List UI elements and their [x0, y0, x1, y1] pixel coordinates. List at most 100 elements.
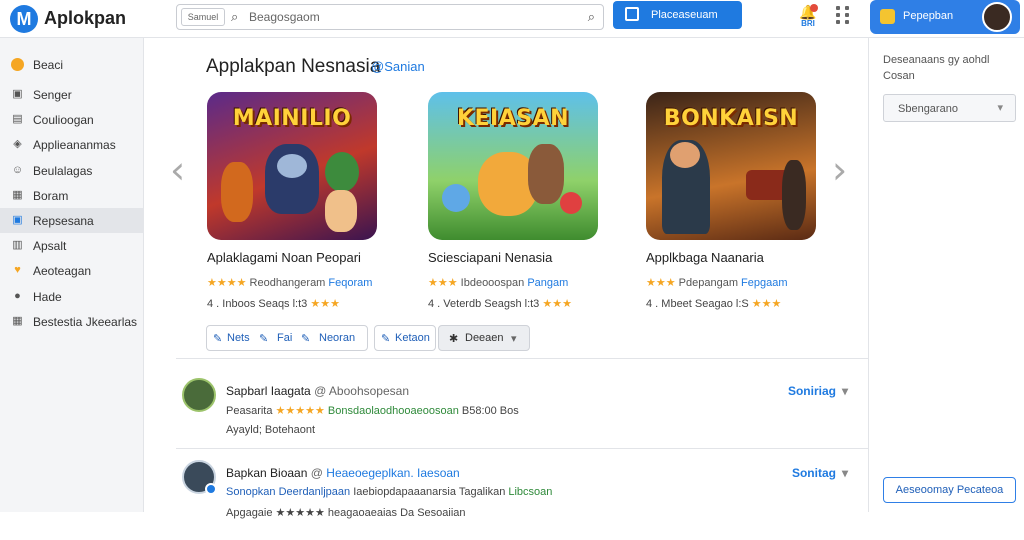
- edit-icon: ✎: [213, 333, 223, 345]
- sidebar-item-favorites[interactable]: ♥ Aeoteagan: [0, 258, 144, 283]
- app-meta: 4 . Veterdb Seagsh l:t3 ★★★: [428, 297, 572, 310]
- page-handle[interactable]: @Sanian: [371, 59, 425, 74]
- reviewer-avatar[interactable]: [182, 460, 217, 495]
- notifications-button[interactable]: 🔔 BRI: [796, 4, 820, 30]
- sort-dropdown[interactable]: Sonitag ▾: [792, 466, 848, 480]
- user-avatar[interactable]: [982, 2, 1012, 32]
- sort-dropdown[interactable]: Soniriag ▾: [788, 384, 848, 398]
- sidebar-item-document[interactable]: ▤ Coulioogan: [0, 107, 144, 132]
- home-icon: [11, 58, 24, 71]
- search-input[interactable]: Beagosgaom: [249, 10, 320, 24]
- sidebar-item-sender[interactable]: ▣ Senger: [0, 82, 144, 107]
- account-badge-icon: [880, 9, 895, 24]
- notification-sub-label: BRI: [801, 19, 815, 28]
- character-art: [325, 152, 359, 192]
- app-name[interactable]: Applkbaga Naanaria: [646, 250, 764, 265]
- right-panel-text: Deseanaans gy aohdl Cosan: [883, 54, 990, 82]
- sidebar-item-label: Aeoteagan: [33, 264, 92, 278]
- action-button-group: ✎ Nets ✎ Fai ✎ Neoran: [206, 325, 368, 351]
- meta-stars: ★★★: [751, 298, 782, 310]
- apps-icon: ◈: [13, 138, 22, 150]
- divider: [176, 358, 868, 359]
- edit-icon: ✎: [301, 333, 311, 345]
- grid-icon: ▥: [12, 239, 23, 251]
- developer-link[interactable]: Fepgaam: [741, 277, 787, 289]
- review-item: Sapbarl Iaagata @ Aboohsopesan Peasarita…: [182, 378, 868, 458]
- review-label: Peasarita: [226, 405, 273, 417]
- sidebar-item-home[interactable]: Beaci: [0, 52, 144, 77]
- filter-dropdown-label: Deeaen: [465, 332, 504, 344]
- character-art: [528, 144, 564, 204]
- character-art: [325, 190, 357, 232]
- app-thumbnail[interactable]: BONKAISN: [646, 92, 816, 240]
- action-button-4[interactable]: ✎ Ketaon: [374, 325, 436, 351]
- review-label[interactable]: Sonopkan Deerdanljpaan: [226, 486, 350, 498]
- carousel-prev-icon[interactable]: ‹: [170, 148, 185, 192]
- sort-label: Soniriag: [787, 384, 836, 398]
- app-meta-text: 4 . Veterdb Seagsh l:t3: [428, 298, 540, 310]
- character-art: [221, 162, 253, 222]
- sidebar-item-label: Bestestia Jkeearlas: [33, 315, 138, 329]
- sidebar-item-reviews[interactable]: ▣ Repsesana: [0, 208, 144, 233]
- account-button[interactable]: Pepepban: [870, 0, 1020, 34]
- app-logo-icon[interactable]: M: [10, 5, 38, 33]
- sidebar-item-label: Beulalagas: [33, 164, 93, 178]
- app-card[interactable]: MAINILIO Aplaklagami Noan Peopari ★★★★ R…: [207, 92, 383, 312]
- sidebar-item-grid[interactable]: ▥ Apsalt: [0, 233, 144, 258]
- settings-icon: ▦: [12, 315, 23, 327]
- app-thumbnail[interactable]: KEIASAN: [428, 92, 598, 240]
- action-button-3[interactable]: Neoran: [319, 332, 355, 344]
- app-name[interactable]: Sciesciapani Nenasia: [428, 250, 552, 265]
- reviewer-name[interactable]: Sapbarl Iaagata: [226, 384, 311, 398]
- sidebar-item-users[interactable]: ☺ Beulalagas: [0, 158, 144, 183]
- primary-action-button[interactable]: Placeaseuam: [613, 1, 742, 29]
- reviewer-handle[interactable]: @ Aboohsopesan: [314, 384, 409, 398]
- reviewer-line: Sapbarl Iaagata @ Aboohsopesan: [226, 384, 409, 398]
- app-name[interactable]: Aplaklagami Noan Peopari: [207, 250, 361, 265]
- reviewer-avatar[interactable]: [182, 378, 216, 412]
- app-card[interactable]: KEIASAN Sciesciapani Nenasia ★★★ Ibdeooo…: [428, 92, 604, 312]
- sidebar-item-label: Boram: [33, 189, 69, 203]
- sidebar-item-settings[interactable]: ▦ Bestestia Jkeearlas: [0, 309, 144, 334]
- sidebar-item-apps[interactable]: ◈ Applieananmas: [0, 132, 144, 157]
- chevron-down-icon: ▾: [841, 384, 848, 398]
- pin-icon: ●: [14, 290, 21, 302]
- filter-dropdown[interactable]: ✱ Deeaen ▾: [438, 325, 530, 351]
- app-rating: ★★★ Ibdeooospan Pangam: [428, 276, 568, 289]
- search-scope-dropdown[interactable]: Samuel: [181, 8, 225, 26]
- action-button-2[interactable]: Fai: [277, 332, 292, 344]
- review-icon: ▣: [12, 214, 23, 226]
- search-submit-icon[interactable]: ⌕: [588, 9, 595, 25]
- sidebar-item-folder[interactable]: ▦ Boram: [0, 183, 144, 208]
- apps-grid-icon[interactable]: [836, 6, 854, 24]
- sidebar-item-pin[interactable]: ● Hade: [0, 284, 144, 309]
- sidebar-item-label: Repsesana: [33, 214, 94, 228]
- sender-icon: ▣: [12, 88, 23, 100]
- right-panel-button[interactable]: Aeseoomay Pecateoa: [883, 477, 1016, 503]
- reviewer-handle[interactable]: @: [311, 466, 323, 480]
- app-card[interactable]: BONKAISN Applkbaga Naanaria ★★★ Pdepanga…: [646, 92, 822, 312]
- pin-icon: ✱: [449, 333, 459, 345]
- review-tag: Iaebiopdapaaanarsia Tagalikan: [353, 486, 506, 498]
- meta-stars: ★★★: [310, 298, 340, 310]
- sort-label: Sonitag: [791, 466, 836, 480]
- review-tag[interactable]: Bonsdaolaodhooaeoosoan: [328, 405, 459, 417]
- reviewer-name[interactable]: Bapkan Bioaan: [226, 466, 307, 480]
- document-icon: ▤: [12, 113, 23, 125]
- developer-link[interactable]: Pangam: [527, 277, 568, 289]
- review-rating-line: Peasarita ★★★★★ Bonsdaolaodhooaeoosoan B…: [226, 404, 519, 417]
- review-text: Apgagaie ★★★★★ heagaoaeaias Da Sesoaiian: [226, 507, 466, 519]
- star-rating: ★★★★: [207, 277, 247, 289]
- search-bar[interactable]: Samuel ⌕ Beagosgaom ⌕: [176, 4, 604, 30]
- review-meta[interactable]: Libcsoan: [508, 486, 552, 498]
- reviewer-link[interactable]: Heaeoegeplkan. Iaesoan: [326, 466, 459, 480]
- developer-name: Reodhangeram: [249, 277, 326, 289]
- developer-name: Ibdeooospan: [460, 277, 525, 289]
- action-button-1[interactable]: Nets: [227, 332, 250, 344]
- app-rating: ★★★ Pdepangam Fepgaam: [646, 276, 788, 289]
- thumbnail-headline: BONKAISN: [663, 106, 799, 131]
- carousel-next-icon[interactable]: ›: [832, 148, 847, 192]
- app-thumbnail[interactable]: MAINILIO: [207, 92, 377, 240]
- developer-link[interactable]: Feqoram: [328, 277, 372, 289]
- right-panel-select[interactable]: Sbengarano ▾: [883, 94, 1016, 122]
